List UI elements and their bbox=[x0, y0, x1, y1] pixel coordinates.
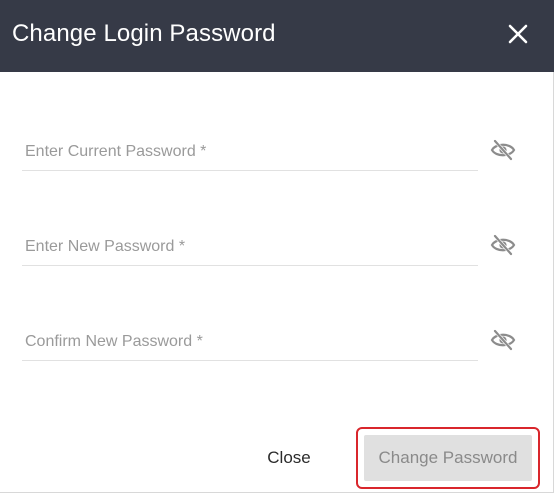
current-password-field bbox=[22, 134, 478, 171]
change-password-button[interactable]: Change Password bbox=[364, 435, 532, 481]
dialog-title: Change Login Password bbox=[12, 20, 276, 47]
new-password-field bbox=[22, 229, 478, 266]
confirm-password-input[interactable] bbox=[22, 324, 478, 360]
eye-slash-icon[interactable] bbox=[490, 234, 516, 256]
confirm-password-field bbox=[22, 324, 478, 361]
current-password-input[interactable] bbox=[22, 134, 478, 170]
eye-slash-icon[interactable] bbox=[490, 139, 516, 161]
close-button[interactable]: Close bbox=[256, 440, 322, 476]
eye-slash-icon[interactable] bbox=[490, 329, 516, 351]
dialog-header: Change Login Password bbox=[0, 0, 554, 72]
close-icon[interactable] bbox=[505, 21, 531, 47]
new-password-input[interactable] bbox=[22, 229, 478, 265]
change-password-dialog: Change Login Password Close Change Passw… bbox=[0, 0, 554, 493]
